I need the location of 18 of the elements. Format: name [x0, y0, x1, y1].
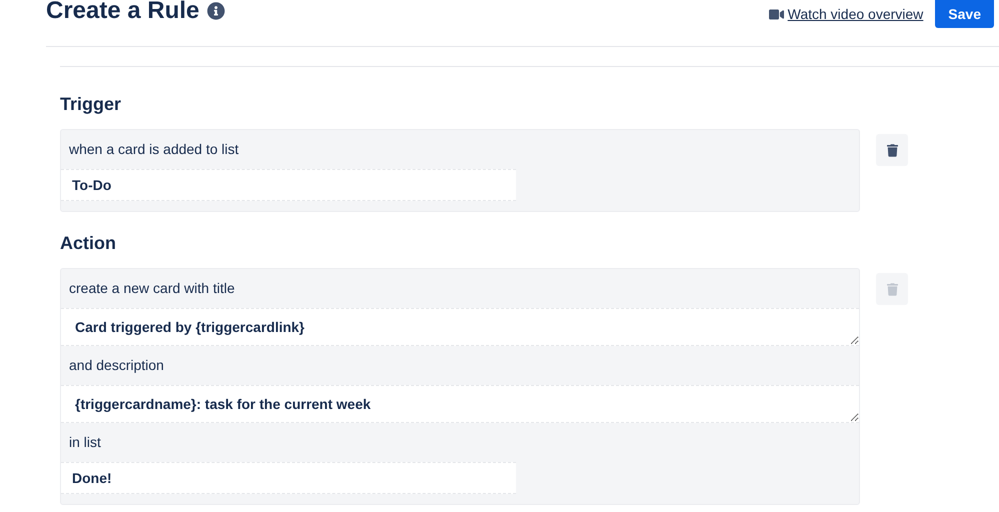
text-area[interactable]: Card triggered by {triggercardlink} [61, 308, 859, 346]
info-icon[interactable] [207, 2, 226, 20]
list-field[interactable]: Done! [61, 462, 516, 494]
text-area[interactable]: {triggercardname}: task for the current week [61, 385, 859, 423]
row-label: and description [69, 356, 164, 375]
section-heading: Action [60, 232, 117, 255]
delete-button[interactable] [876, 134, 908, 166]
row-label: in list [69, 433, 101, 452]
row-label: when a card is added to list [69, 140, 239, 159]
trash-icon [886, 144, 898, 156]
save-button[interactable]: Save [935, 0, 994, 28]
section-heading: Trigger [60, 93, 122, 116]
list-field[interactable]: To-Do [61, 169, 516, 201]
video-link[interactable]: Watch video overview [768, 4, 924, 24]
video-camera-icon [768, 6, 784, 22]
page-title: Create a Rule [46, 0, 200, 26]
trash-icon [886, 282, 898, 296]
row-label: create a new card with title [69, 279, 235, 298]
